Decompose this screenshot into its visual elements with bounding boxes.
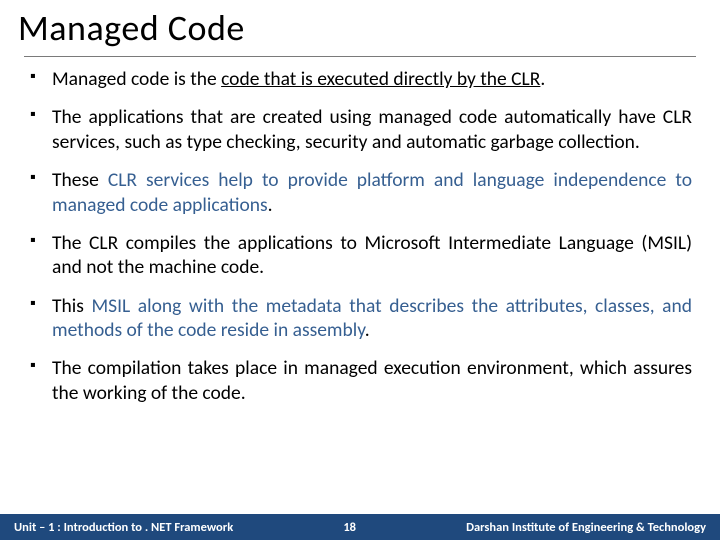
bullet-text: The CLR compiles the applications to Mic…: [52, 231, 692, 279]
bullet-highlight: CLR services help to provide platform an…: [52, 168, 692, 216]
bullet-text: .: [365, 318, 370, 342]
bullet-6: The compilation takes place in managed e…: [28, 356, 692, 405]
bullet-text: .: [268, 193, 273, 217]
bullet-5: This MSIL along with the metadata that d…: [28, 294, 692, 343]
bullet-list: Managed code is the code that is execute…: [28, 67, 692, 405]
bullet-underline: code that is executed directly by the CL…: [221, 67, 540, 91]
slide: Managed Code Managed code is the code th…: [0, 0, 720, 540]
bullet-text: The applications that are created using …: [52, 105, 692, 153]
slide-content: Managed code is the code that is execute…: [0, 57, 720, 514]
slide-title: Managed Code: [18, 6, 702, 50]
bullet-highlight: MSIL along with the metadata that descri…: [52, 294, 692, 342]
bullet-text: .: [540, 67, 545, 91]
bullet-2: The applications that are created using …: [28, 105, 692, 154]
footer-left: Unit – 1 : Introduction to . NET Framewo…: [14, 520, 233, 535]
bullet-text: Managed code is the: [52, 67, 221, 91]
bullet-1: Managed code is the code that is execute…: [28, 67, 692, 91]
bullet-text: These: [52, 168, 108, 192]
footer-right: Darshan Institute of Engineering & Techn…: [466, 520, 706, 535]
bullet-text: This: [52, 294, 91, 318]
slide-footer: Unit – 1 : Introduction to . NET Framewo…: [0, 514, 720, 540]
title-wrap: Managed Code: [0, 0, 720, 54]
bullet-4: The CLR compiles the applications to Mic…: [28, 231, 692, 280]
footer-page-number: 18: [233, 520, 466, 535]
bullet-text: The compilation takes place in managed e…: [52, 356, 692, 404]
bullet-3: These CLR services help to provide platf…: [28, 168, 692, 217]
